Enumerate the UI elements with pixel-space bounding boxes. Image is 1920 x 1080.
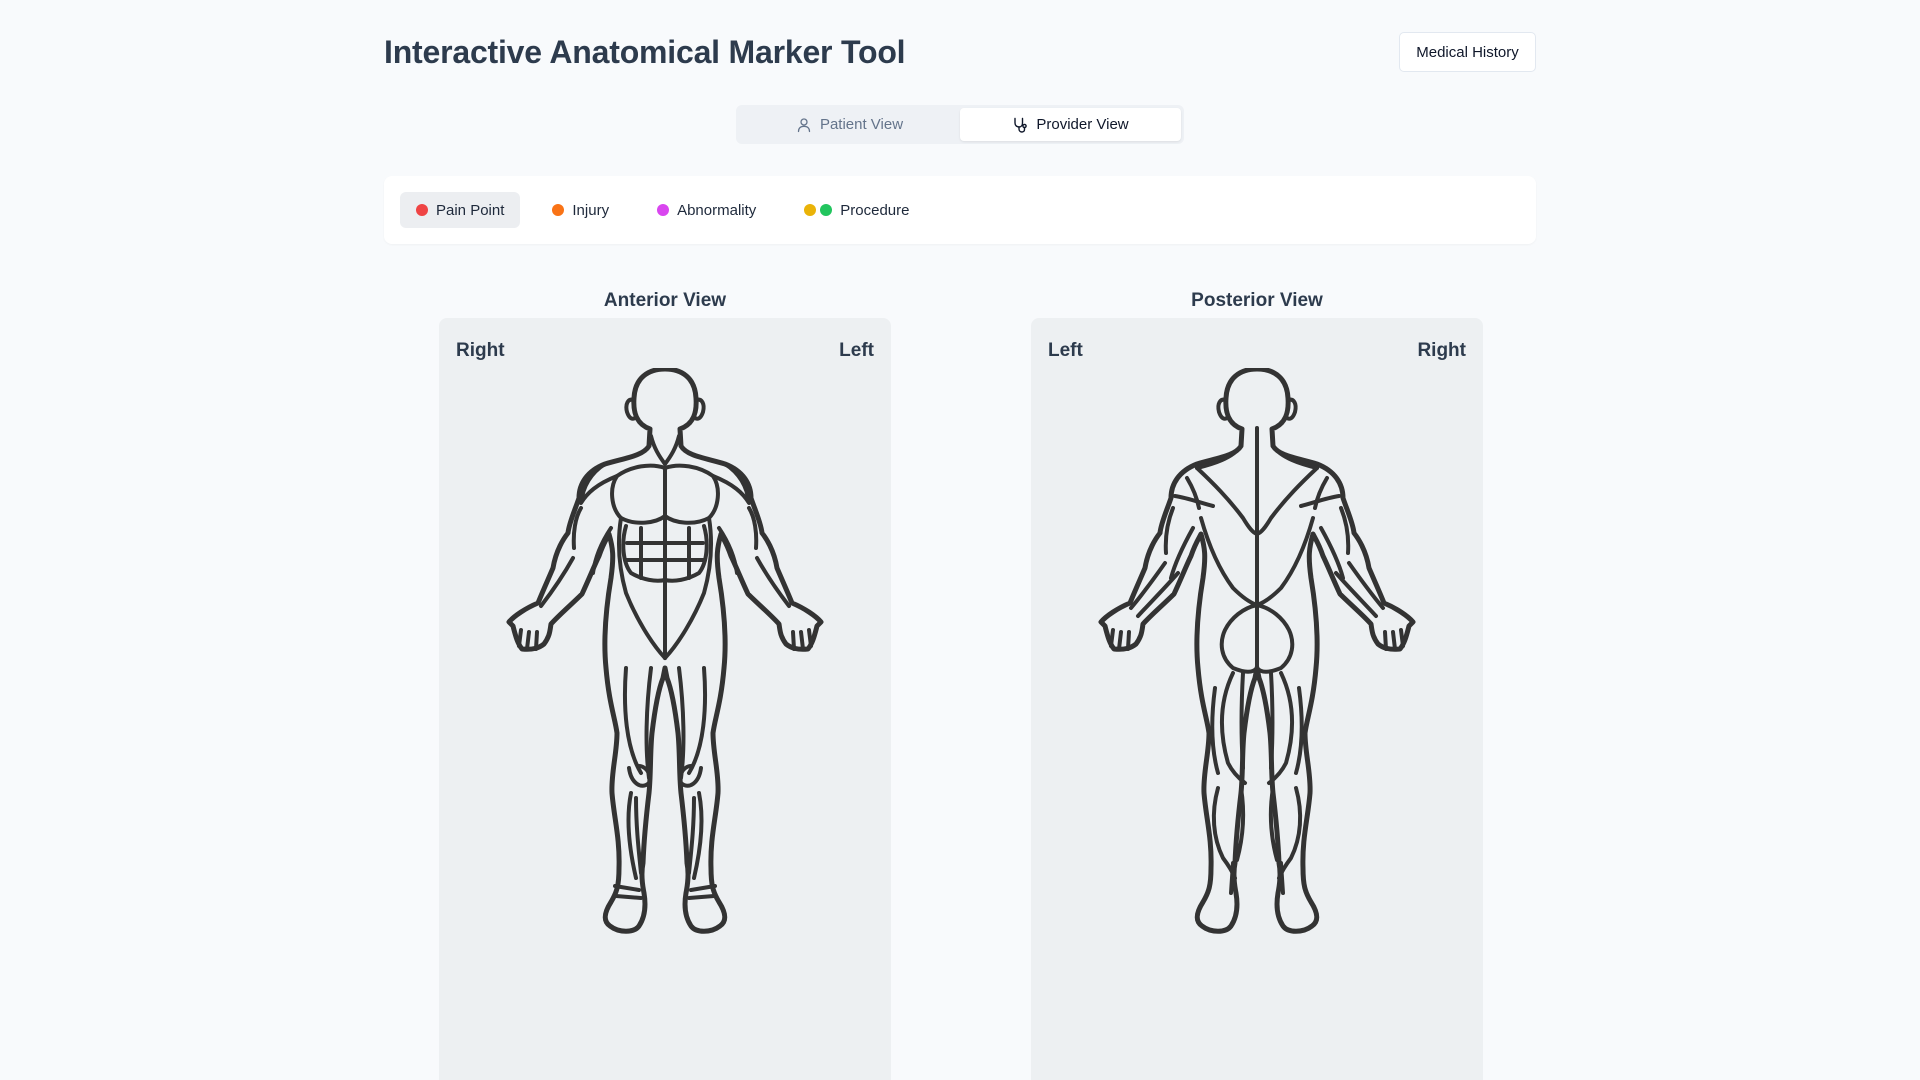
app-page: Interactive Anatomical Marker Tool Medic… <box>0 0 1920 1080</box>
marker-type-bar: Pain Point Injury Abnormality Procedure <box>384 176 1536 244</box>
posterior-body-figure <box>1083 366 1431 958</box>
anterior-left-side-label: Right <box>456 340 505 361</box>
anterior-view-panel: Anterior View Right Left <box>439 290 891 1080</box>
procedure-green-dot-icon <box>820 204 833 216</box>
marker-type-label: Abnormality <box>677 201 757 219</box>
marker-type-abnormality[interactable]: Abnormality <box>641 192 772 228</box>
posterior-left-side-label: Left <box>1048 340 1083 361</box>
posterior-body-outline-icon <box>1098 366 1416 934</box>
marker-type-injury[interactable]: Injury <box>536 192 625 228</box>
anterior-right-side-label: Left <box>839 340 874 361</box>
page-title: Interactive Anatomical Marker Tool <box>384 34 906 70</box>
anterior-body-outline-icon <box>506 366 824 934</box>
marker-type-procedure[interactable]: Procedure <box>788 192 925 228</box>
posterior-body-canvas[interactable]: Left Right <box>1031 318 1483 1080</box>
abnormality-dot-icon <box>657 204 670 216</box>
patient-view-label: Patient View <box>819 116 904 133</box>
stethoscope-icon <box>1014 117 1028 133</box>
procedure-dots <box>804 204 833 216</box>
posterior-view-panel: Posterior View Left Right <box>1031 290 1483 1080</box>
anterior-view-title: Anterior View <box>603 290 727 311</box>
patient-view-toggle[interactable]: Patient View <box>739 108 960 141</box>
view-toggle: Patient View Provider View <box>736 105 1184 144</box>
provider-view-toggle[interactable]: Provider View <box>960 108 1181 141</box>
marker-type-label: Injury <box>572 201 610 219</box>
anterior-body-figure <box>491 366 839 958</box>
user-icon <box>797 117 811 132</box>
marker-type-pain-point[interactable]: Pain Point <box>400 192 521 228</box>
provider-view-label: Provider View <box>1036 116 1129 133</box>
marker-type-label: Procedure <box>840 201 910 219</box>
injury-dot-icon <box>552 204 565 216</box>
anterior-body-canvas[interactable]: Right Left <box>439 318 891 1080</box>
marker-type-label: Pain Point <box>436 201 505 219</box>
posterior-right-side-label: Right <box>1417 340 1466 361</box>
pain-point-dot-icon <box>416 204 428 216</box>
posterior-view-title: Posterior View <box>1191 290 1323 311</box>
medical-history-button[interactable]: Medical History <box>1399 32 1536 72</box>
header: Interactive Anatomical Marker Tool Medic… <box>384 32 1536 74</box>
procedure-yellow-dot-icon <box>804 204 817 216</box>
